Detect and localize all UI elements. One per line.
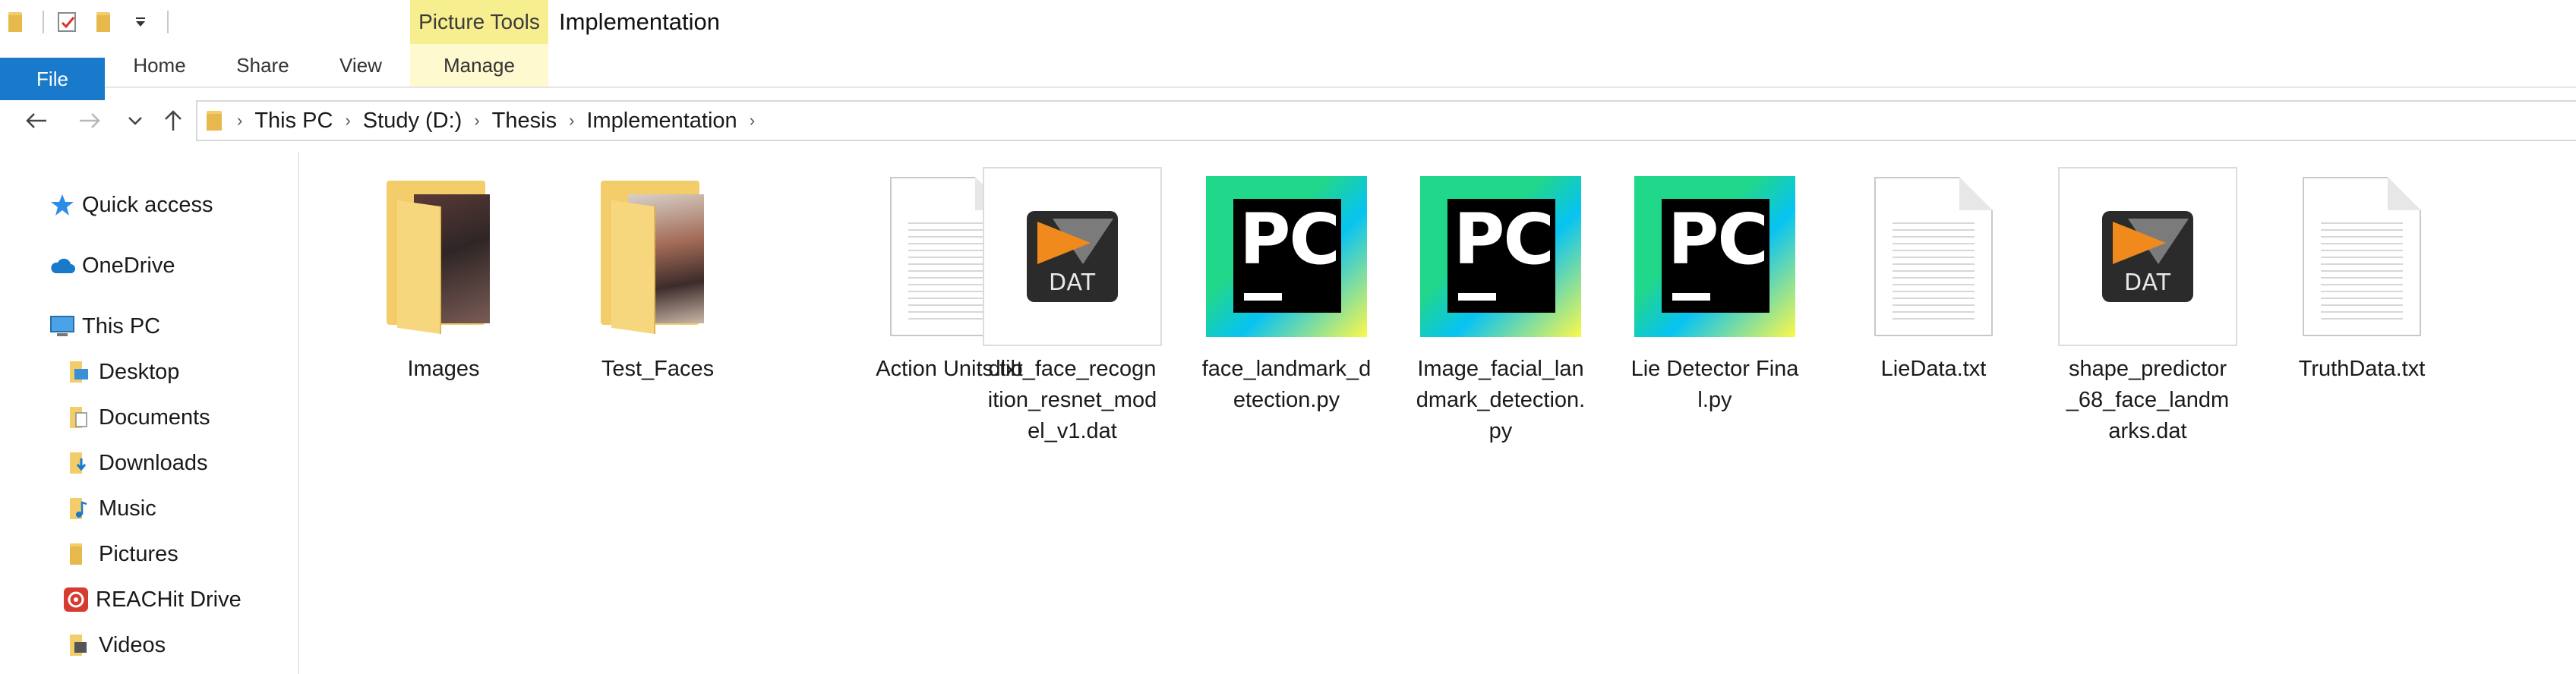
- chevron-right-icon[interactable]: ›: [569, 111, 574, 131]
- sidebar-item-music[interactable]: Music: [64, 487, 156, 530]
- folder-icon: [354, 165, 533, 348]
- file-item[interactable]: Test_Faces: [568, 165, 747, 385]
- sidebar-item-label: Documents: [99, 405, 210, 430]
- title-bar: Picture Tools Implementation: [0, 0, 2576, 44]
- customize-toolbar-dropdown-icon[interactable]: [128, 9, 153, 35]
- sidebar-item-label: REACHit Drive: [96, 587, 242, 612]
- file-name: TruthData.txt: [2298, 357, 2426, 381]
- dat-file-icon: DAT: [983, 165, 1162, 348]
- tab-file[interactable]: File: [0, 58, 105, 100]
- address-bar[interactable]: › This PC › Study (D:) › Thesis › Implem…: [196, 100, 2576, 141]
- sidebar-item-videos[interactable]: Videos: [64, 624, 166, 666]
- computer-icon: [47, 311, 77, 342]
- file-item[interactable]: TruthData.txt: [2272, 165, 2451, 385]
- star-icon: [47, 190, 77, 220]
- documents-folder-icon: [64, 402, 94, 433]
- sidebar-item-documents[interactable]: Documents: [64, 396, 210, 439]
- sidebar-item-label: Pictures: [99, 541, 178, 566]
- breadcrumb-thesis[interactable]: Thesis: [492, 109, 557, 134]
- chevron-right-icon[interactable]: ›: [474, 111, 479, 131]
- file-name: LieData.txt: [1880, 357, 1987, 381]
- forward-icon[interactable]: [73, 97, 106, 144]
- breadcrumb-implementation[interactable]: Implementation: [586, 109, 737, 134]
- file-name: dlib_face_recognition_resnet_model_v1.da…: [987, 357, 1157, 443]
- folder-icon: [568, 165, 747, 348]
- up-arrow-icon[interactable]: [156, 97, 190, 144]
- dat-file-icon: DAT: [2058, 165, 2237, 348]
- navigation-pane: Quick access OneDrive This PC Desktop Do…: [0, 152, 299, 674]
- breadcrumb-this-pc[interactable]: This PC: [254, 109, 333, 134]
- file-item[interactable]: DAT shape_predictor_68_face_landmarks.da…: [2058, 165, 2237, 447]
- folder-icon[interactable]: [3, 9, 29, 35]
- pycharm-file-icon: PC: [1411, 165, 1590, 348]
- desktop-folder-icon: [64, 357, 94, 387]
- back-icon[interactable]: [20, 97, 53, 144]
- file-name: Image_facial_landmark_detection.py: [1416, 357, 1586, 443]
- sidebar-item-onedrive[interactable]: OneDrive: [47, 244, 175, 287]
- recent-locations-chevron-down-icon[interactable]: [118, 97, 152, 144]
- music-folder-icon: [64, 493, 94, 524]
- sidebar-item-label: Desktop: [99, 359, 180, 384]
- sidebar-item-label: Music: [99, 496, 156, 521]
- file-name: shape_predictor_68_face_landmarks.dat: [2066, 357, 2230, 443]
- sidebar-item-label: OneDrive: [82, 253, 175, 278]
- sidebar-item-label: Quick access: [82, 192, 213, 217]
- file-name: Lie Detector Final.py: [1631, 357, 1799, 412]
- file-list-view: Images Test_Faces Action Units.txt DAT d…: [301, 152, 2576, 674]
- reachit-drive-icon: [61, 584, 91, 615]
- sidebar-item-downloads[interactable]: Downloads: [64, 442, 207, 484]
- pycharm-file-icon: PC: [1625, 165, 1804, 348]
- tab-view[interactable]: View: [334, 44, 387, 87]
- chevron-right-icon[interactable]: ›: [345, 111, 350, 131]
- quick-access-toolbar: [0, 0, 169, 44]
- sidebar-item-label: Videos: [99, 632, 166, 657]
- window-title: Implementation: [559, 8, 720, 35]
- file-item[interactable]: DAT dlib_face_recognition_resnet_model_v…: [983, 165, 1162, 447]
- navigation-row: › This PC › Study (D:) › Thesis › Implem…: [0, 97, 2576, 144]
- new-folder-icon[interactable]: [91, 9, 117, 35]
- text-file-icon: [1844, 165, 2023, 348]
- sidebar-item-label: This PC: [82, 313, 161, 339]
- file-name: Images: [407, 357, 480, 381]
- properties-icon[interactable]: [55, 9, 80, 35]
- downloads-folder-icon: [64, 448, 94, 478]
- ribbon-tabs: File Home Share View Manage: [0, 44, 2576, 100]
- picture-tools-context-label: Picture Tools: [410, 0, 548, 44]
- file-item[interactable]: PC Lie Detector Final.py: [1625, 165, 1804, 416]
- sidebar-item-pictures[interactable]: Pictures: [64, 533, 178, 575]
- file-item[interactable]: LieData.txt: [1844, 165, 2023, 385]
- folder-icon: [205, 109, 225, 132]
- sidebar-item-quick-access[interactable]: Quick access: [47, 184, 213, 226]
- tab-home[interactable]: Home: [131, 44, 188, 87]
- sidebar-item-desktop[interactable]: Desktop: [64, 351, 179, 393]
- sidebar-item-label: Downloads: [99, 450, 208, 475]
- cloud-icon: [47, 250, 77, 281]
- file-item[interactable]: PC Image_facial_landmark_detection.py: [1411, 165, 1590, 447]
- file-name: Test_Faces: [601, 357, 715, 381]
- text-file-icon: [2272, 165, 2451, 348]
- tab-manage[interactable]: Manage: [410, 44, 548, 87]
- file-name: face_landmark_detection.py: [1201, 357, 1372, 412]
- chevron-right-icon: ›: [237, 111, 243, 130]
- chevron-right-icon[interactable]: ›: [750, 111, 755, 131]
- sidebar-item-reachit-drive[interactable]: REACHit Drive: [61, 578, 242, 621]
- videos-folder-icon: [64, 630, 94, 660]
- tab-share[interactable]: Share: [234, 44, 292, 87]
- file-item[interactable]: Images: [354, 165, 533, 385]
- breadcrumb-study-drive[interactable]: Study (D:): [363, 109, 462, 134]
- sidebar-item-this-pc[interactable]: This PC: [47, 305, 160, 348]
- toolbar-divider: [43, 11, 44, 33]
- pictures-folder-icon: [64, 539, 94, 569]
- file-item[interactable]: PC face_landmark_detection.py: [1197, 165, 1376, 416]
- pycharm-file-icon: PC: [1197, 165, 1376, 348]
- toolbar-divider: [167, 11, 169, 33]
